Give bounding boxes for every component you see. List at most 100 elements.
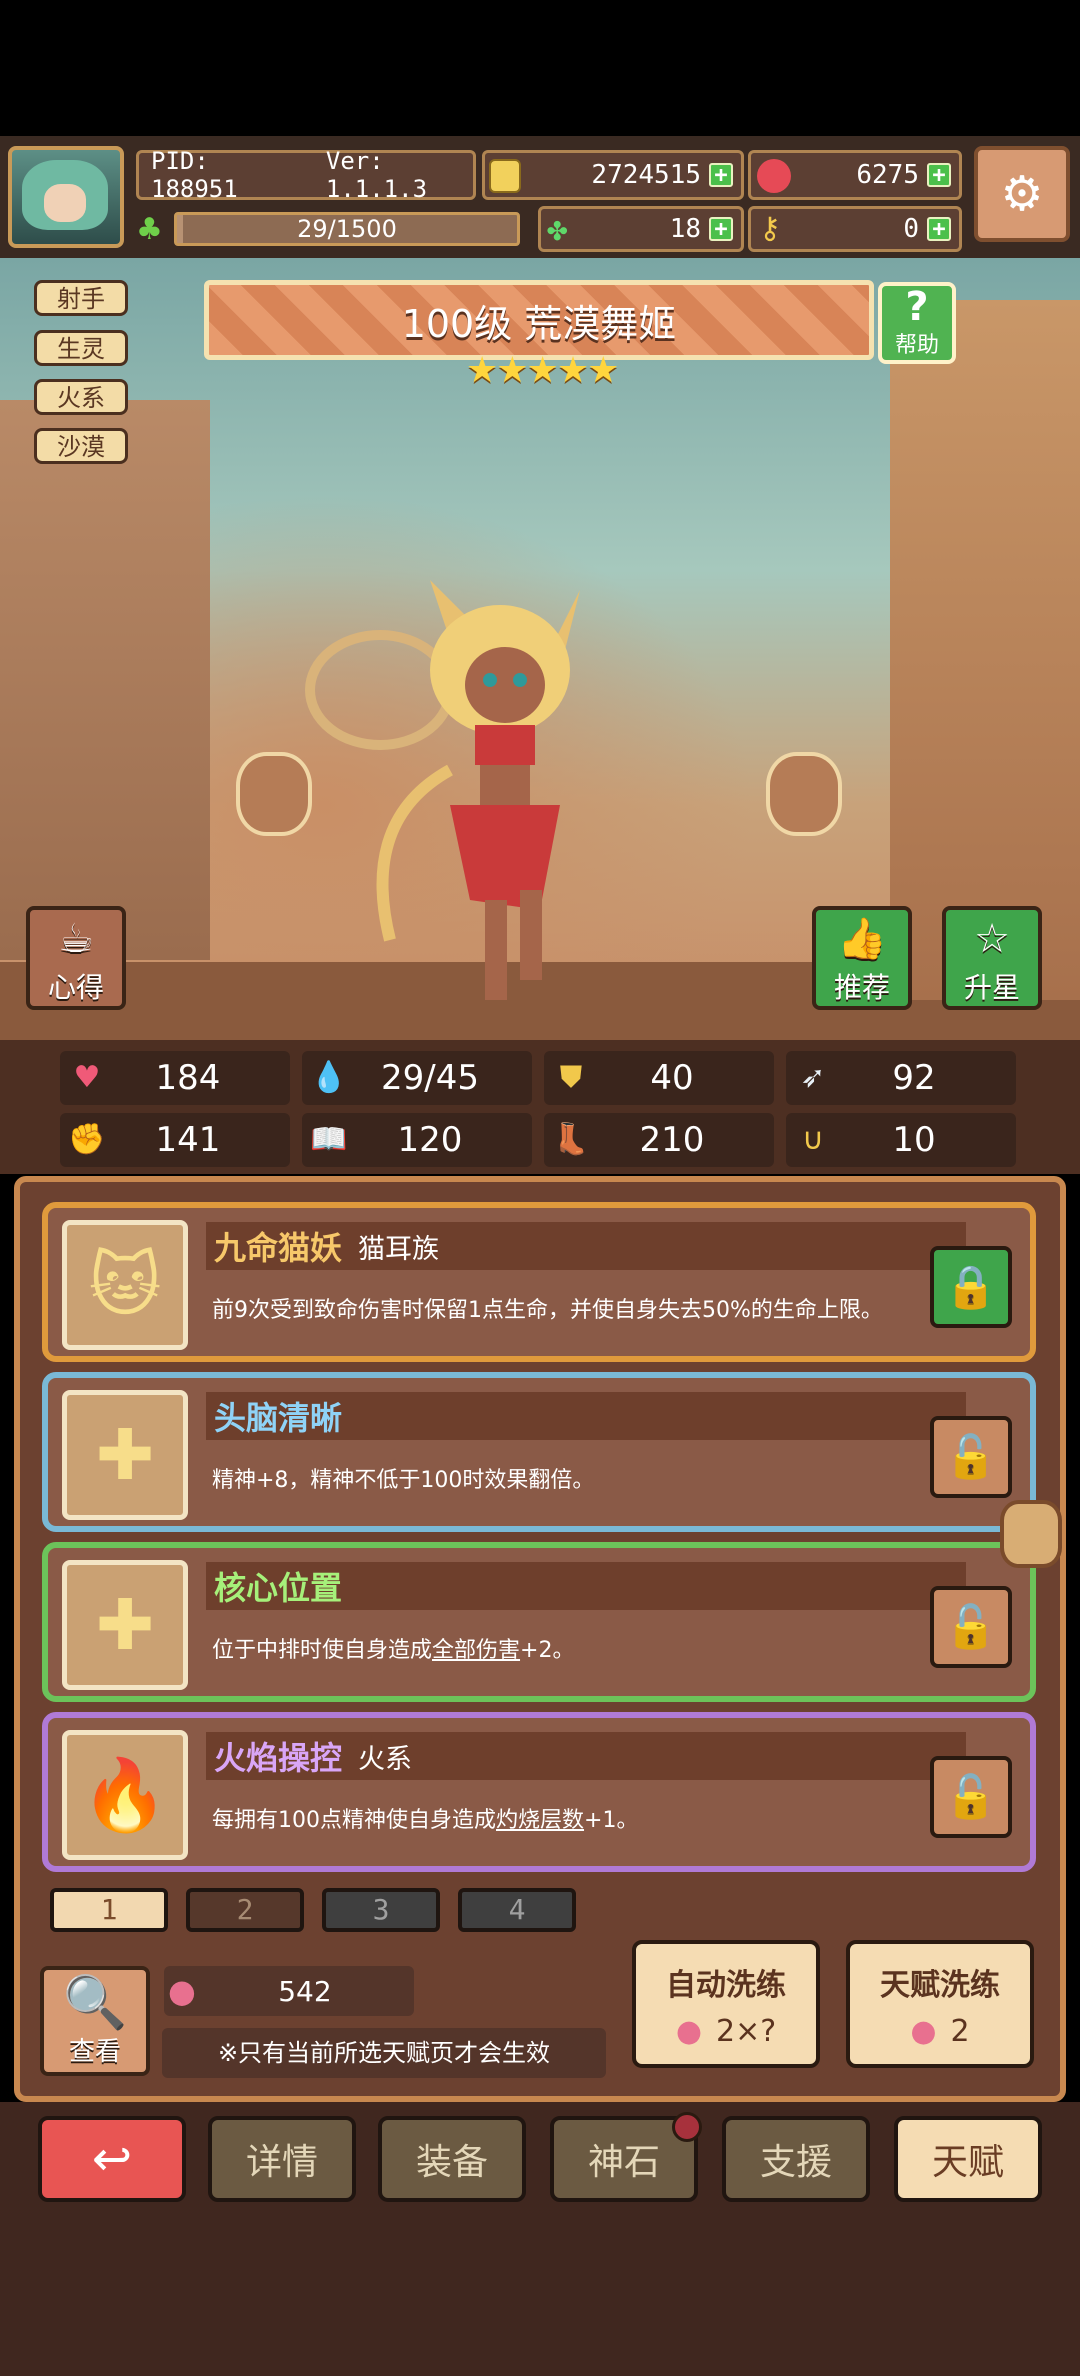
book-icon: 📖 (310, 1122, 348, 1157)
talent-desc: 位于中排时使自身造成全部伤害+2。 (212, 1638, 575, 1663)
flame-icon: 🔥 (62, 1730, 188, 1860)
add-key-button[interactable]: + (927, 217, 951, 241)
auto-reroll-cost: 2×? (716, 2013, 777, 2049)
clover-value: 18 (669, 214, 701, 244)
talent-desc: 每拥有100点精神使自身造成灼烧层数+1。 (212, 1808, 639, 1833)
notes-label: 心得 (47, 971, 104, 1004)
lock-open-icon: 🔓 (944, 1772, 998, 1821)
player-avatar[interactable] (8, 146, 124, 248)
tag-class: 射手 (34, 280, 128, 316)
help-label: 帮助 (894, 333, 939, 358)
stat-hp: ♥ 184 (60, 1051, 290, 1105)
plus-cross-icon: ✚ (62, 1390, 188, 1520)
talent-desc: 精神+8，精神不低于100时效果翻倍。 (212, 1468, 595, 1493)
plus-cross-icon: ✚ (62, 1560, 188, 1690)
next-hero-arrow[interactable] (766, 752, 842, 836)
tag-region: 沙漠 (34, 428, 128, 464)
help-button[interactable]: ? 帮助 (878, 282, 956, 364)
unlock-button[interactable]: 🔓 (930, 1756, 1012, 1838)
key-counter: ⚷ 0 + (748, 206, 962, 252)
tab-page-1[interactable]: 1 (50, 1888, 168, 1932)
talent-name: 核心位置 (214, 1569, 343, 1607)
gem-value: 6275 (856, 160, 919, 190)
settings-button[interactable]: ⚙ (974, 146, 1070, 242)
view-button[interactable]: 🔍 查看 (40, 1966, 150, 2076)
notification-dot (672, 2112, 702, 2142)
clover-counter: ✤ 18 + (538, 206, 744, 252)
talent-sub: 猫耳族 (358, 1233, 440, 1265)
stat-strength: ✊ 141 (60, 1113, 290, 1167)
right-cliff (890, 300, 1080, 1000)
exp-box: ♣ 29/1500 (136, 206, 536, 252)
tab-page-3[interactable]: 3 (322, 1888, 440, 1932)
gold-coin-icon (489, 159, 521, 193)
shield-icon: ⛊ (559, 1060, 583, 1095)
add-gold-button[interactable]: + (709, 163, 733, 187)
lock-open-icon: 🔓 (944, 1432, 998, 1481)
cup-icon: ☕ (58, 916, 94, 962)
version-text: Ver: 1.1.1.3 (325, 147, 428, 203)
ruby-icon (757, 159, 791, 193)
talent-name: 头脑清晰 (214, 1399, 343, 1437)
add-gem-button[interactable]: + (927, 163, 951, 187)
star-up-button[interactable]: ☆ 升星 (942, 906, 1042, 1010)
hero-character-sprite[interactable] (300, 520, 680, 1020)
wing-icon: ➶ (800, 1060, 826, 1095)
hero-title: 100级 荒漠舞姬 (401, 301, 677, 346)
stat-mana: 💧 29/45 (302, 1051, 532, 1105)
gold-value: 2724515 (591, 160, 701, 190)
cat-face-icon: 🐱 (62, 1220, 188, 1350)
talent-card[interactable]: 🐱 九命猫妖 猫耳族 前9次受到致命伤害时保留1点生命，并使自身失去50%的生命… (42, 1202, 1036, 1362)
lock-open-icon: 🔓 (944, 1602, 998, 1651)
talent-card[interactable]: 🔥 火焰操控 火系 每拥有100点精神使自身造成灼烧层数+1。 🔓 (42, 1712, 1036, 1872)
tab-equipment[interactable]: 装备 (378, 2116, 526, 2202)
stat-agility: 👢 210 (544, 1113, 774, 1167)
recommend-label: 推荐 (833, 971, 890, 1004)
fist-icon: ✊ (68, 1122, 106, 1157)
unlock-button[interactable]: 🔓 (930, 1416, 1012, 1498)
exp-bar: 29/1500 (174, 212, 520, 246)
lock-button[interactable]: 🔒 (930, 1246, 1012, 1328)
talent-card[interactable]: ✚ 头脑清晰 精神+8，精神不低于100时效果翻倍。 🔓 (42, 1372, 1036, 1532)
horseshoe-icon: ∪ (802, 1122, 824, 1157)
talent-reroll-button[interactable]: 天赋洗练 ● 2 (846, 1940, 1034, 2068)
talent-reroll-cost: 2 (950, 2013, 970, 2049)
heart-icon: ♥ (73, 1060, 101, 1095)
talent-name: 火焰操控 (214, 1739, 343, 1777)
stat-speed: ➶ 92 (786, 1051, 1016, 1105)
page-note: ※只有当前所选天赋页才会生效 (162, 2028, 606, 2078)
scroll-handle[interactable] (1000, 1500, 1062, 1568)
tab-support[interactable]: 支援 (722, 2116, 870, 2202)
auto-reroll-button[interactable]: 自动洗练 ● 2×? (632, 1940, 820, 2068)
back-arrow-icon: ↩ (91, 2131, 133, 2187)
fruit-counter: ● 542 (164, 1966, 414, 2016)
exp-text: 29/1500 (297, 215, 397, 243)
back-button[interactable]: ↩ (38, 2116, 186, 2202)
recommend-button[interactable]: 👍 推荐 (812, 906, 912, 1010)
pid-text: PID: 188951 (151, 147, 238, 203)
fruit-icon: ● (168, 1972, 196, 2010)
tab-page-4[interactable]: 4 (458, 1888, 576, 1932)
thumbs-up-icon: 👍 (837, 916, 887, 962)
talent-card[interactable]: ✚ 核心位置 位于中排时使自身造成全部伤害+2。 🔓 (42, 1542, 1036, 1702)
stat-defense: ⛊ 40 (544, 1051, 774, 1105)
talent-name: 九命猫妖 (214, 1229, 343, 1267)
tag-race: 生灵 (34, 330, 128, 366)
prev-hero-arrow[interactable] (236, 752, 312, 836)
talent-reroll-label: 天赋洗练 (880, 1967, 1000, 2003)
tab-details[interactable]: 详情 (208, 2116, 356, 2202)
notes-button[interactable]: ☕ 心得 (26, 906, 126, 1010)
unlock-button[interactable]: 🔓 (930, 1586, 1012, 1668)
question-icon: ? (905, 284, 929, 330)
tab-talent[interactable]: 天赋 (894, 2116, 1042, 2202)
lock-closed-icon: 🔒 (944, 1262, 998, 1311)
star-icon: ☆ (974, 916, 1010, 962)
fruit-icon: ● (675, 2013, 703, 2049)
water-drop-icon: 💧 (310, 1060, 348, 1095)
gem-counter: 6275 + (748, 150, 962, 200)
stat-luck: ∪ 10 (786, 1113, 1016, 1167)
tab-page-2[interactable]: 2 (186, 1888, 304, 1932)
gold-counter: 2724515 + (482, 150, 744, 200)
add-clover-button[interactable]: + (709, 217, 733, 241)
talent-desc: 前9次受到致命伤害时保留1点生命，并使自身失去50%的生命上限。 (212, 1298, 883, 1323)
